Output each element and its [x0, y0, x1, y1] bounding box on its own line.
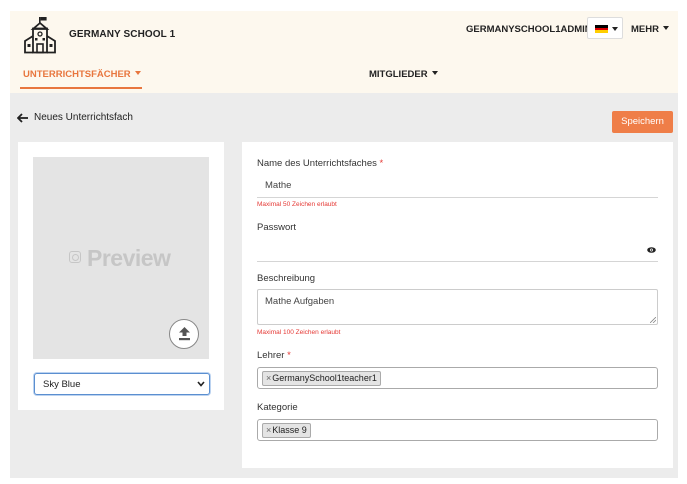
preview-card: Preview Sky Blue — [18, 142, 224, 410]
germany-flag-icon — [595, 25, 608, 33]
school-logo-icon[interactable] — [23, 17, 57, 55]
chevron-down-icon — [134, 71, 141, 75]
chevron-down-icon — [612, 27, 618, 31]
image-preview: Preview — [33, 157, 209, 359]
active-tab-indicator — [20, 87, 142, 89]
user-menu[interactable]: GERMANYSCHOOL1ADMIN — [466, 24, 592, 35]
resize-handle-icon[interactable] — [650, 317, 656, 323]
upload-button[interactable] — [169, 319, 199, 349]
preview-label: Preview — [69, 245, 171, 272]
teacher-select[interactable]: ×GermanySchool1teacher1 — [257, 367, 658, 389]
back-arrow-icon[interactable] — [17, 113, 28, 123]
color-select-value: Sky Blue — [43, 379, 81, 390]
teacher-label: Lehrer * — [257, 350, 291, 361]
name-input[interactable]: Mathe — [265, 180, 291, 191]
category-label: Kategorie — [257, 402, 298, 413]
category-tag: ×Klasse 9 — [262, 423, 311, 438]
more-label: MEHR — [631, 24, 659, 35]
color-select[interactable]: Sky Blue — [34, 373, 210, 395]
chevron-down-icon — [662, 26, 669, 30]
page-title: Neues Unterrichtsfach — [34, 112, 133, 123]
category-select[interactable]: ×Klasse 9 — [257, 419, 658, 441]
subject-form: Name des Unterrichtsfaches * Mathe Maxim… — [242, 142, 673, 468]
nav-members-label: MITGLIEDER — [369, 69, 428, 80]
main-content: Neues Unterrichtsfach Speichern Preview … — [10, 93, 678, 478]
top-navbar: GERMANY SCHOOL 1 GERMANYSCHOOL1ADMIN MEH… — [10, 11, 678, 93]
name-hint: Maximal 50 Zeichen erlaubt — [257, 201, 337, 208]
remove-tag-icon[interactable]: × — [266, 373, 271, 383]
description-value: Mathe Aufgaben — [265, 296, 335, 307]
chevron-down-icon — [197, 381, 205, 387]
save-button[interactable]: Speichern — [612, 111, 673, 133]
description-textarea[interactable]: Mathe Aufgaben — [257, 289, 658, 325]
remove-tag-icon[interactable]: × — [266, 425, 271, 435]
name-label: Name des Unterrichtsfaches * — [257, 158, 384, 169]
language-selector[interactable] — [587, 17, 623, 39]
school-name: GERMANY SCHOOL 1 — [69, 29, 176, 40]
more-menu[interactable]: MEHR — [631, 24, 669, 35]
password-input[interactable] — [257, 261, 658, 262]
teacher-tag: ×GermanySchool1teacher1 — [262, 371, 381, 386]
description-label: Beschreibung — [257, 273, 316, 284]
nav-subjects-tab[interactable]: UNTERRICHTSFÄCHER — [23, 69, 141, 80]
nav-subjects-label: UNTERRICHTSFÄCHER — [23, 69, 131, 80]
chevron-down-icon — [431, 71, 438, 75]
upload-icon — [179, 327, 190, 341]
eye-icon[interactable] — [647, 247, 656, 253]
name-input-underline — [257, 197, 658, 198]
password-label: Passwort — [257, 222, 297, 233]
instagram-icon — [69, 251, 81, 263]
description-hint: Maximal 100 Zeichen erlaubt — [257, 329, 341, 336]
nav-members-tab[interactable]: MITGLIEDER — [369, 69, 438, 80]
